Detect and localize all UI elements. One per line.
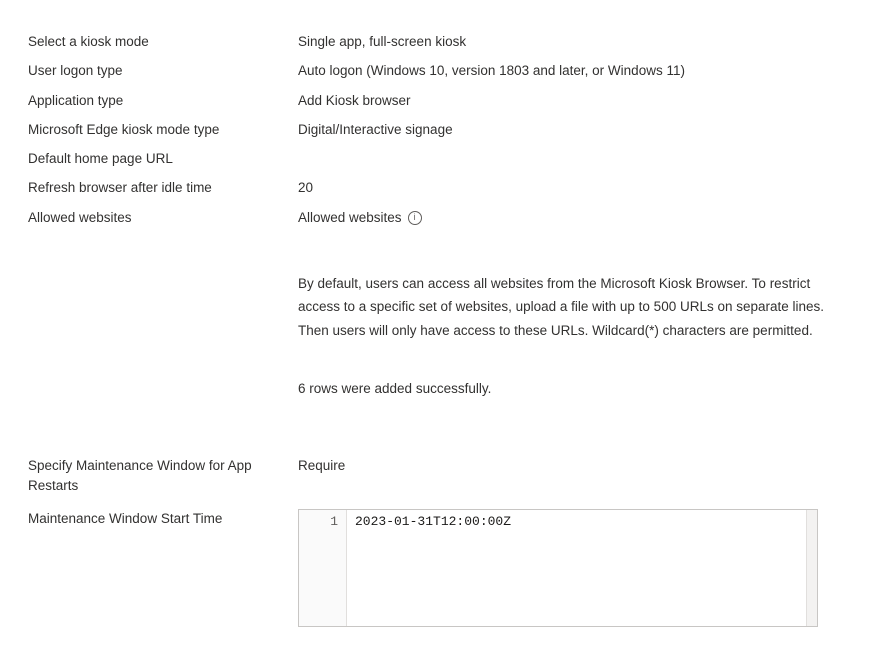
info-icon[interactable]: i — [408, 211, 422, 225]
code-gutter: 1 — [299, 510, 347, 626]
value-maintenance-window: Require — [298, 456, 851, 476]
value-allowed-sites: Allowed websites — [298, 208, 402, 228]
field-logon-type: User logon type Auto logon (Windows 10, … — [28, 61, 851, 81]
field-maintenance-start: Maintenance Window Start Time 1 2023-01-… — [28, 509, 851, 627]
field-allowed-sites: Allowed websites Allowed websites i By d… — [28, 208, 851, 447]
allowed-sites-description: By default, users can access all website… — [298, 272, 828, 343]
code-editor-maintenance-start[interactable]: 1 2023-01-31T12:00:00Z — [298, 509, 818, 627]
label-refresh-idle: Refresh browser after idle time — [28, 178, 298, 198]
label-logon-type: User logon type — [28, 61, 298, 81]
field-kiosk-mode: Select a kiosk mode Single app, full-scr… — [28, 32, 851, 52]
line-number: 1 — [303, 513, 338, 532]
field-home-url: Default home page URL — [28, 149, 851, 169]
value-edge-kiosk-type: Digital/Interactive signage — [298, 120, 851, 140]
field-refresh-idle: Refresh browser after idle time 20 — [28, 178, 851, 198]
value-kiosk-mode: Single app, full-screen kiosk — [298, 32, 851, 52]
value-logon-type: Auto logon (Windows 10, version 1803 and… — [298, 61, 851, 81]
field-app-type: Application type Add Kiosk browser — [28, 91, 851, 111]
label-kiosk-mode: Select a kiosk mode — [28, 32, 298, 52]
value-app-type: Add Kiosk browser — [298, 91, 851, 111]
field-edge-kiosk-type: Microsoft Edge kiosk mode type Digital/I… — [28, 120, 851, 140]
allowed-sites-status: 6 rows were added successfully. — [298, 379, 851, 399]
label-home-url: Default home page URL — [28, 149, 298, 169]
label-app-type: Application type — [28, 91, 298, 111]
value-refresh-idle: 20 — [298, 178, 851, 198]
scrollbar-track[interactable] — [806, 510, 817, 626]
label-allowed-sites: Allowed websites — [28, 208, 298, 228]
field-maintenance-window: Specify Maintenance Window for App Resta… — [28, 456, 851, 497]
code-content[interactable]: 2023-01-31T12:00:00Z — [347, 510, 806, 626]
label-maintenance-start: Maintenance Window Start Time — [28, 509, 298, 529]
label-edge-kiosk-type: Microsoft Edge kiosk mode type — [28, 120, 298, 140]
label-maintenance-window: Specify Maintenance Window for App Resta… — [28, 456, 298, 497]
code-line-value: 2023-01-31T12:00:00Z — [355, 513, 798, 532]
